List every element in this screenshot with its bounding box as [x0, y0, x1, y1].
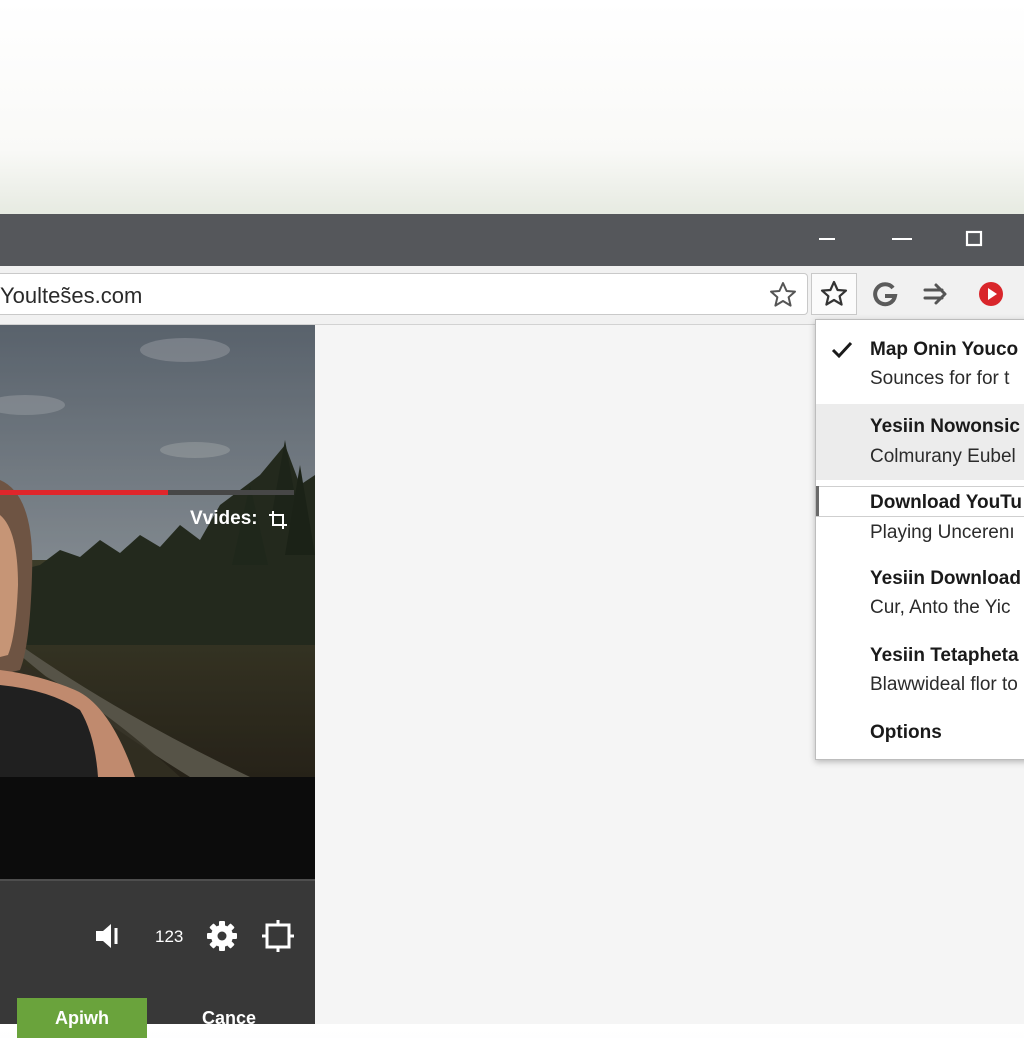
volume-icon[interactable] [92, 919, 126, 953]
menu-item-subtitle: Playing Uncerenı [870, 522, 1015, 543]
menu-item-map-onin[interactable]: Map Onin Youco Sounces for for t [816, 320, 1024, 404]
check-icon [831, 341, 853, 359]
menu-item-yesiin-tetapheta[interactable]: Yesiin Tetapheta Blawwideal flor to [816, 638, 1024, 714]
menu-item-title: Map Onin Youco [870, 339, 1019, 360]
extension-menu: Map Onin Youco Sounces for for t Yesiin … [815, 319, 1024, 760]
window-titlebar [0, 214, 1024, 266]
gear-icon[interactable] [205, 919, 239, 953]
menu-item-title: Yesiin Nowonsic [870, 416, 1020, 437]
menu-item-title: Yesiin Download [870, 568, 1021, 589]
address-bar[interactable]: Youltes̃es.com [0, 273, 808, 315]
arrow-forward-icon[interactable] [919, 277, 953, 311]
menu-item-yesiin-download[interactable]: Yesiin Download Cur, Anto the Yic [816, 562, 1024, 638]
progress-fill [0, 490, 168, 495]
star-outline-icon[interactable] [768, 280, 798, 310]
cancel-button[interactable]: Cance [170, 998, 288, 1038]
google-g-icon[interactable] [868, 277, 902, 311]
bookmark-star-icon [820, 280, 848, 306]
menu-item-subtitle: Blawwideal flor to [870, 674, 1018, 695]
focus-indicator [816, 486, 819, 516]
menu-item-options[interactable]: Options [816, 714, 1024, 759]
menu-item-subtitle: Colmurany Eubel [870, 446, 1016, 467]
apply-button[interactable]: Apiwh [17, 998, 147, 1038]
bookmark-button[interactable] [811, 273, 857, 315]
menu-item-yesiin-nowonsic[interactable]: Yesiin Nowonsic Colmurany Eubel [816, 404, 1024, 480]
menu-item-subtitle: Cur, Anto the Yic [870, 597, 1011, 618]
menu-item-subtitle: Sounces for for t [870, 368, 1010, 389]
menu-item-download-youtube[interactable]: Download YouTu Playing Uncerenı [816, 486, 1024, 562]
video-label: Vvides: [190, 508, 258, 529]
menu-separator [816, 516, 1024, 517]
number-label: 123 [155, 927, 184, 946]
crop-icon[interactable] [266, 508, 290, 532]
progress-track[interactable] [0, 490, 294, 495]
video-frame[interactable] [0, 325, 315, 777]
player-control-bar [0, 777, 315, 879]
minimize-icon[interactable] [812, 224, 842, 254]
menu-item-title: Options [870, 722, 942, 743]
restore-icon[interactable] [887, 224, 917, 254]
maximize-icon[interactable] [959, 224, 989, 254]
menu-item-title: Download YouTu [870, 492, 1022, 513]
url-text[interactable]: Youltes̃es.com [0, 283, 142, 309]
youtube-play-icon[interactable] [974, 277, 1008, 311]
menu-item-title: Yesiin Tetapheta [870, 645, 1019, 666]
fullscreen-icon[interactable] [261, 919, 295, 953]
